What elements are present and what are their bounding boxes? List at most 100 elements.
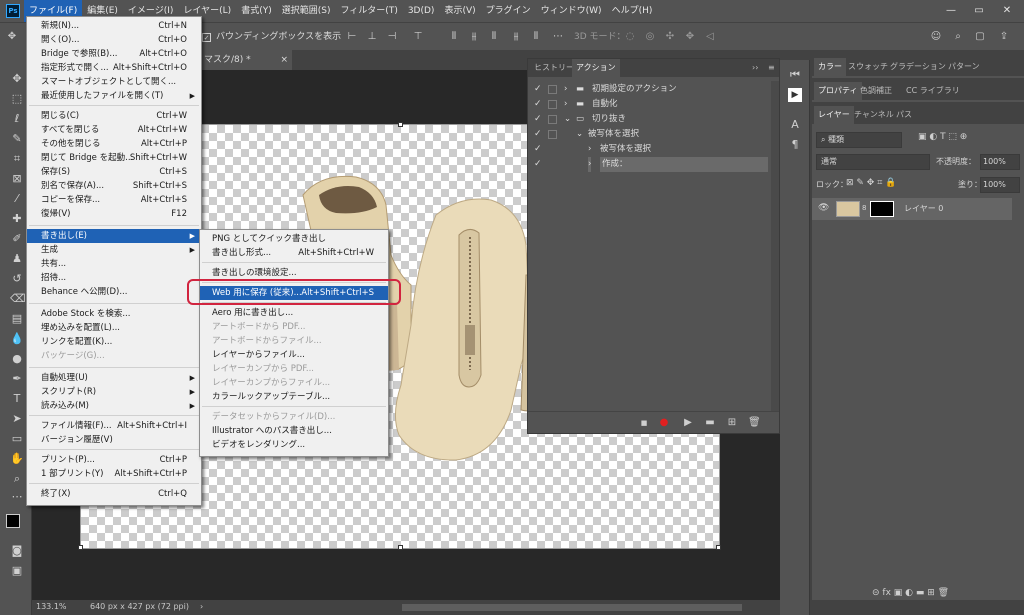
file-menu-item[interactable]: 埋め込みを配置(L)... (27, 321, 201, 335)
document-tab[interactable]: マスク/8) * × (200, 50, 292, 70)
file-menu-item[interactable]: コピーを保存... Alt+Ctrl+S (27, 193, 201, 207)
file-menu-item[interactable]: Bridge で参照(B)... Alt+Ctrl+O (27, 47, 201, 61)
tab-history[interactable]: ヒストリー (530, 59, 578, 77)
align-center-icon[interactable]: ⊥ (366, 31, 378, 43)
dialog-toggle[interactable] (548, 100, 557, 109)
tab-swatches[interactable]: スウォッチ (844, 58, 892, 76)
expand-icon[interactable]: › (588, 157, 592, 172)
file-menu-item[interactable]: 読み込み(M) ▶ (27, 399, 201, 413)
path-select-tool-icon[interactable]: ➤ (10, 412, 24, 426)
action-row[interactable]: ✓ › 被写体を選択 (528, 142, 769, 157)
crop-tool-icon[interactable]: ⌗ (10, 152, 24, 166)
toggle-check-icon[interactable]: ✓ (534, 97, 544, 112)
screen-mode-icon[interactable]: ▣ (10, 564, 24, 578)
menu-help[interactable]: ヘルプ(H) (607, 0, 658, 22)
file-menu-item[interactable]: 招待... (27, 271, 201, 285)
tab-paths[interactable]: パス (892, 106, 916, 124)
more-options-icon[interactable]: ⋯ (552, 31, 564, 43)
file-menu-item[interactable]: 保存(S) Ctrl+S (27, 165, 201, 179)
foreground-color-swatch[interactable] (6, 514, 20, 528)
bounding-box-checkbox[interactable]: ✓ (202, 33, 211, 42)
distribute-icon[interactable]: ⫴ (448, 31, 460, 43)
type-tool-icon[interactable]: T (10, 392, 24, 406)
blur-tool-icon[interactable]: 💧 (10, 332, 24, 346)
tab-patterns[interactable]: パターン (944, 58, 984, 76)
record-icon[interactable]: ● (658, 417, 670, 429)
new-action-icon[interactable]: ⊞ (726, 417, 738, 429)
menu-plugins[interactable]: プラグイン (481, 0, 536, 22)
menu-type[interactable]: 書式(Y) (236, 0, 277, 22)
toggle-check-icon[interactable]: ✓ (534, 82, 544, 97)
export-menu-item[interactable]: Aero 用に書き出し... (200, 306, 388, 320)
transform-handle[interactable] (716, 545, 721, 550)
healing-brush-tool-icon[interactable]: ✚ (10, 212, 24, 226)
menu-filter[interactable]: フィルター(T) (335, 0, 402, 22)
distribute-center-icon[interactable]: ⫴ (488, 31, 500, 43)
character-panel-icon[interactable]: A (788, 118, 802, 132)
file-menu-item[interactable]: プリント(P)... Ctrl+P (27, 453, 201, 467)
3d-roll-icon[interactable]: ◎ (644, 31, 656, 43)
tab-channels[interactable]: チャンネル (850, 106, 898, 124)
maximize-button[interactable]: ▭ (966, 0, 992, 22)
close-tab-icon[interactable]: × (280, 50, 288, 70)
align-left-icon[interactable]: ⊢ (346, 31, 358, 43)
distribute-spacing-icon[interactable]: ⫴ (530, 31, 542, 43)
menu-select[interactable]: 選択範囲(S) (277, 0, 336, 22)
file-menu-item[interactable]: スクリプト(R) ▶ (27, 385, 201, 399)
quick-mask-icon[interactable]: ◙ (10, 544, 24, 558)
eraser-tool-icon[interactable]: ⌫ (10, 292, 26, 306)
file-menu-item[interactable]: すべてを閉じる Alt+Ctrl+W (27, 123, 201, 137)
expand-icon[interactable]: › (564, 97, 567, 112)
file-menu-item[interactable]: 共有... (27, 257, 201, 271)
menu-3d[interactable]: 3D(D) (403, 0, 440, 22)
pen-tool-icon[interactable]: ✒ (10, 372, 24, 386)
layer-mask-thumbnail[interactable] (870, 201, 894, 217)
file-menu-item[interactable]: 生成 ▶ (27, 243, 201, 257)
file-menu-item[interactable]: 指定形式で開く... Alt+Shift+Ctrl+O (27, 61, 201, 75)
expand-icon[interactable]: › (564, 82, 567, 97)
file-menu-item[interactable]: 閉じる(C) Ctrl+W (27, 109, 201, 123)
file-menu-item[interactable]: Adobe Stock を検索... (27, 307, 201, 321)
marquee-tool-icon[interactable]: ⬚ (10, 92, 24, 106)
file-menu-item[interactable]: 終了(X) Ctrl+Q (27, 487, 201, 501)
stamp-tool-icon[interactable]: ♟ (10, 252, 24, 266)
more-tools-icon[interactable]: ⋯ (10, 490, 24, 504)
file-menu-item[interactable]: 1 部プリント(Y) Alt+Shift+Ctrl+P (27, 467, 201, 481)
play-icon[interactable]: ▶ (682, 417, 694, 429)
workspace-icon[interactable]: ▢ (974, 31, 986, 43)
zoom-level[interactable]: 133.1% (36, 602, 67, 611)
tab-gradients[interactable]: グラデーション (886, 58, 950, 76)
transform-handle[interactable] (398, 545, 403, 550)
action-row[interactable]: ✓ › ▬ 初期設定のアクション (528, 82, 769, 97)
actions-scrollbar[interactable] (771, 81, 779, 411)
tab-actions[interactable]: アクション (572, 59, 620, 77)
collapse-icon[interactable]: ⌄ (576, 127, 583, 142)
export-menu-item[interactable]: 書き出しの環境設定... (200, 266, 388, 280)
3d-slide-icon[interactable]: ✥ (684, 31, 696, 43)
dialog-toggle[interactable] (548, 85, 557, 94)
new-set-folder-icon[interactable]: ▬ (704, 417, 716, 429)
dialog-toggle[interactable] (548, 130, 557, 139)
frame-tool-icon[interactable]: ⊠ (10, 172, 24, 186)
layers-footer-icons[interactable]: ⊝ fx ▣ ◐ ▬ ⊞ 🗑 (872, 588, 949, 598)
align-top-icon[interactable]: ⊤ (412, 31, 424, 43)
file-menu-item[interactable]: 最近使用したファイルを開く(T) ▶ (27, 89, 201, 103)
paragraph-panel-icon[interactable]: ¶ (788, 138, 802, 152)
3d-scale-icon[interactable]: ◁ (704, 31, 716, 43)
tab-layers[interactable]: レイヤー (814, 106, 854, 124)
dialog-toggle[interactable] (548, 115, 557, 124)
file-menu-item[interactable]: 開く(O)... Ctrl+O (27, 33, 201, 47)
share-icon[interactable]: ⇪ (998, 31, 1010, 43)
export-menu-item[interactable]: 書き出し形式... Alt+Shift+Ctrl+W (200, 246, 388, 260)
delete-icon[interactable]: 🗑 (748, 417, 761, 429)
opacity-input[interactable]: 100% (980, 154, 1020, 170)
menu-view[interactable]: 表示(V) (439, 0, 480, 22)
layer-filter-icons[interactable]: ▣ ◐ T ⬚ ⊕ (918, 132, 967, 142)
toggle-check-icon[interactable]: ✓ (534, 127, 544, 142)
tab-cc-libraries[interactable]: CC ライブラリ (902, 82, 964, 100)
close-window-button[interactable]: ✕ (994, 0, 1020, 22)
export-menu-item[interactable]: Illustrator へのパス書き出し... (200, 424, 388, 438)
layer-name[interactable]: レイヤー 0 (904, 203, 943, 214)
3d-pan-icon[interactable]: ✣ (664, 31, 676, 43)
export-menu-item[interactable]: レイヤーからファイル... (200, 348, 388, 362)
